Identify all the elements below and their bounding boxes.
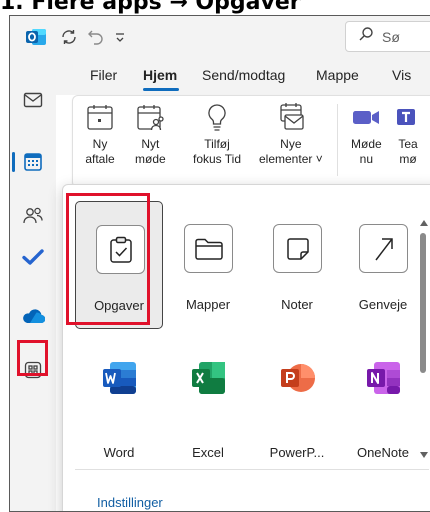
rail-onedrive[interactable] (10, 294, 56, 338)
people-icon (23, 207, 43, 224)
new-meeting-button[interactable]: Nyt møde (135, 102, 166, 167)
mail-icon (23, 92, 43, 108)
search-placeholder: Sø (382, 28, 400, 45)
excel-icon (192, 362, 225, 394)
app-rail (10, 57, 56, 511)
onedrive-icon (23, 309, 45, 324)
app-tile-label: Excel (192, 445, 224, 460)
ribbon-commands: Ny aftale Nyt møde Tilføj fokus Tid Nye … (72, 95, 430, 188)
app-tile-powerpoint[interactable]: PowerP... (253, 343, 341, 471)
shortcut-icon (374, 237, 393, 260)
lightbulb-icon (208, 104, 226, 131)
tab-hjem[interactable]: Hjem (143, 67, 177, 83)
video-camera-icon (353, 111, 380, 124)
meeting-icon (137, 105, 164, 131)
new-items-icon (280, 103, 304, 130)
ribbon-separator (337, 104, 338, 176)
add-focus-time-button[interactable]: Tilføj fokus Tid (193, 102, 241, 167)
search-icon (358, 26, 374, 47)
tab-send-modtag[interactable]: Send/modtag (202, 67, 285, 83)
tab-filer[interactable]: Filer (90, 67, 117, 83)
calendar-icon (87, 105, 113, 130)
ribbon-tabs: Filer Hjem Send/modtag Mappe Vis (56, 57, 430, 95)
scrollbar-thumb[interactable] (420, 233, 426, 373)
rail-mail[interactable] (10, 78, 56, 122)
word-icon (103, 362, 136, 394)
scroll-up-icon[interactable] (419, 219, 429, 227)
new-appointment-button[interactable]: Ny aftale (85, 102, 115, 167)
note-icon (286, 237, 309, 260)
app-tile-word[interactable]: Word (75, 343, 163, 471)
meet-now-button[interactable]: Møde nu (351, 102, 382, 167)
app-tile-label: Word (103, 445, 135, 460)
rail-people[interactable] (10, 194, 56, 238)
folder-icon (194, 238, 223, 260)
teams-meeting-button[interactable]: Tea mø (393, 102, 423, 167)
rail-todo[interactable] (10, 235, 56, 279)
opgaver-highlight (66, 193, 150, 325)
calendar-icon (24, 153, 42, 171)
flyout-divider (75, 469, 429, 470)
undo-icon[interactable] (84, 25, 108, 49)
app-tile-label: PowerP... (269, 445, 325, 460)
app-tile-label: Noter (281, 297, 313, 312)
search-box[interactable]: Sø (345, 21, 430, 52)
scroll-down-icon[interactable] (419, 451, 429, 459)
more-apps-highlight (17, 340, 48, 376)
settings-link[interactable]: Indstillinger (97, 495, 163, 510)
teams-icon (397, 109, 415, 125)
app-tile-label: Genveje (358, 297, 408, 312)
tab-vis[interactable]: Vis (392, 67, 411, 83)
outlook-window: Sø Filer Hjem Send/modtag Mappe Vis Ny a… (9, 15, 430, 512)
todo-icon (22, 249, 44, 265)
tab-mappe[interactable]: Mappe (316, 67, 359, 83)
app-tile-label: Mapper (185, 297, 231, 312)
onenote-icon (367, 362, 400, 394)
app-tile-onenote[interactable]: OneNote (339, 343, 427, 471)
title-bar: Sø (10, 16, 430, 57)
app-tile-noter[interactable]: Noter (253, 201, 341, 329)
sync-icon[interactable] (57, 25, 81, 49)
app-tile-excel[interactable]: Excel (164, 343, 252, 471)
app-tile-genveje[interactable]: Genveje (339, 201, 427, 329)
active-tab-indicator (143, 88, 179, 91)
app-tile-label: OneNote (356, 445, 410, 460)
customize-icon[interactable] (108, 25, 132, 49)
outlook-icon (24, 25, 48, 49)
powerpoint-icon (281, 364, 315, 392)
app-tile-mapper[interactable]: Mapper (164, 201, 252, 329)
rail-calendar[interactable] (10, 140, 56, 184)
new-items-button[interactable]: Nye elementer ˅ (259, 102, 323, 167)
more-apps-flyout: Opgaver Mapper Noter Genveje Word Excel … (62, 184, 430, 511)
